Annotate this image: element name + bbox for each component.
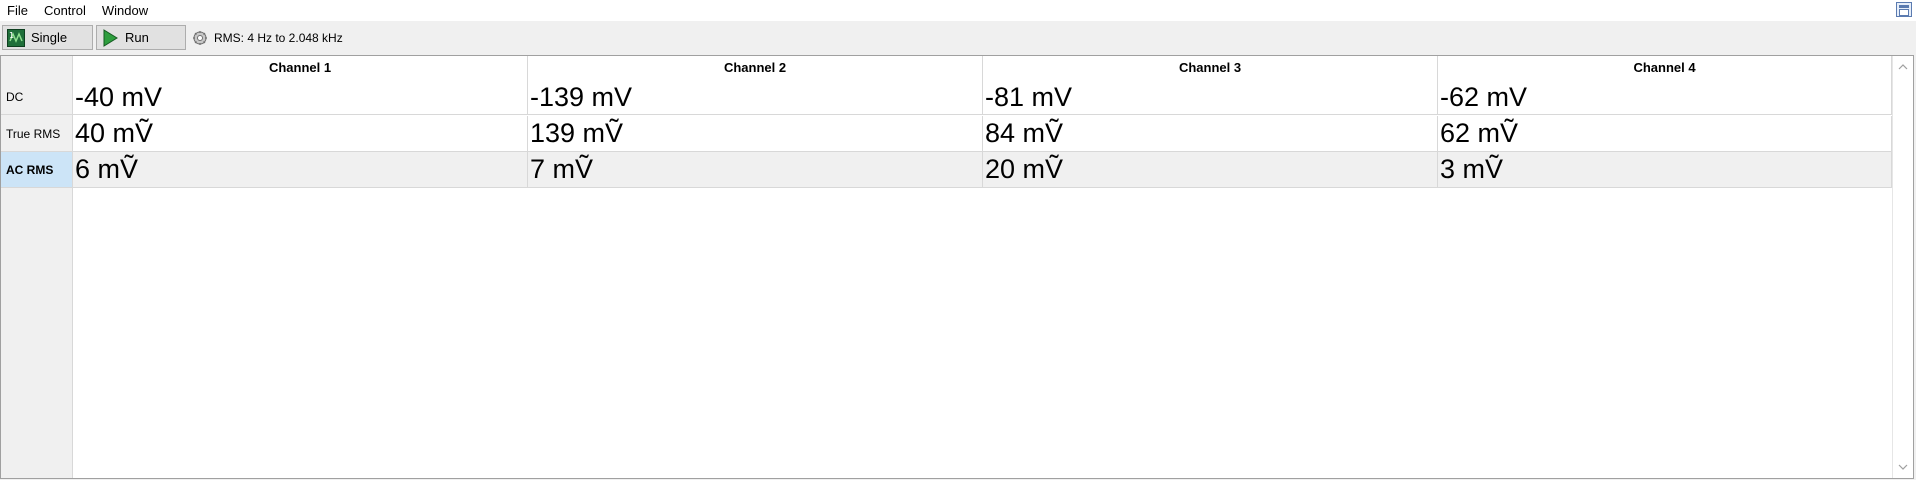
gear-settings-icon [192, 30, 208, 46]
row-label-dc[interactable]: DC [1, 80, 73, 114]
table-cell[interactable]: 139 mṼ [528, 116, 983, 151]
row-label-true-rms[interactable]: True RMS [1, 116, 73, 151]
menu-control[interactable]: Control [36, 3, 94, 18]
scroll-up-icon[interactable] [1898, 62, 1908, 72]
table-cell[interactable]: 40 mṼ [73, 116, 528, 151]
svg-text:1: 1 [9, 31, 14, 40]
column-header-channel-3[interactable]: Channel 3 [983, 56, 1438, 80]
table-cell[interactable]: 3 mṼ [1438, 152, 1892, 187]
menu-bar: File Control Window [0, 0, 1916, 21]
single-button-label: Single [31, 30, 68, 45]
window-restore-icon[interactable] [1896, 2, 1912, 17]
scroll-down-icon[interactable] [1898, 462, 1908, 472]
single-button[interactable]: 1 Single [2, 25, 93, 50]
table-cell[interactable]: 62 mṼ [1438, 116, 1892, 151]
run-button-label: Run [125, 30, 149, 45]
table-cell[interactable]: -139 mV [528, 80, 983, 114]
table-cell[interactable]: -81 mV [983, 80, 1438, 114]
column-header-channel-1[interactable]: Channel 1 [73, 56, 528, 80]
rms-status-text: RMS: 4 Hz to 2.048 kHz [214, 30, 343, 45]
table-cell[interactable]: -40 mV [73, 80, 528, 114]
toolbar: 1 Single Run RMS: 4 Hz to 2.048 kHz [0, 21, 1916, 54]
column-header-channel-2[interactable]: Channel 2 [528, 56, 983, 80]
single-shot-icon: 1 [7, 28, 25, 47]
menu-window[interactable]: Window [94, 3, 156, 18]
measurement-table: Channel 1 Channel 2 Channel 3 Channel 4 … [0, 55, 1914, 479]
table-row-true-rms[interactable]: True RMS 40 mṼ 139 mṼ 84 mṼ 62 mṼ [1, 116, 1892, 152]
table-cell[interactable]: -62 mV [1438, 80, 1892, 114]
table-row-dc[interactable]: DC -40 mV -139 mV -81 mV -62 mV [1, 80, 1892, 115]
table-cell[interactable]: 6 mṼ [73, 152, 528, 187]
table-row-ac-rms[interactable]: AC RMS 6 mṼ 7 mṼ 20 mṼ 3 mṼ [1, 152, 1892, 188]
column-header-channel-4[interactable]: Channel 4 [1438, 56, 1892, 80]
rms-status: RMS: 4 Hz to 2.048 kHz [192, 30, 343, 46]
vertical-scrollbar[interactable] [1892, 56, 1913, 478]
column-headers: Channel 1 Channel 2 Channel 3 Channel 4 [73, 56, 1892, 80]
run-button[interactable]: Run [96, 25, 186, 50]
table-cell[interactable]: 7 mṼ [528, 152, 983, 187]
table-cell[interactable]: 84 mṼ [983, 116, 1438, 151]
menu-file[interactable]: File [0, 3, 36, 18]
play-icon [101, 28, 119, 47]
row-label-ac-rms[interactable]: AC RMS [1, 152, 73, 187]
table-cell[interactable]: 20 mṼ [983, 152, 1438, 187]
